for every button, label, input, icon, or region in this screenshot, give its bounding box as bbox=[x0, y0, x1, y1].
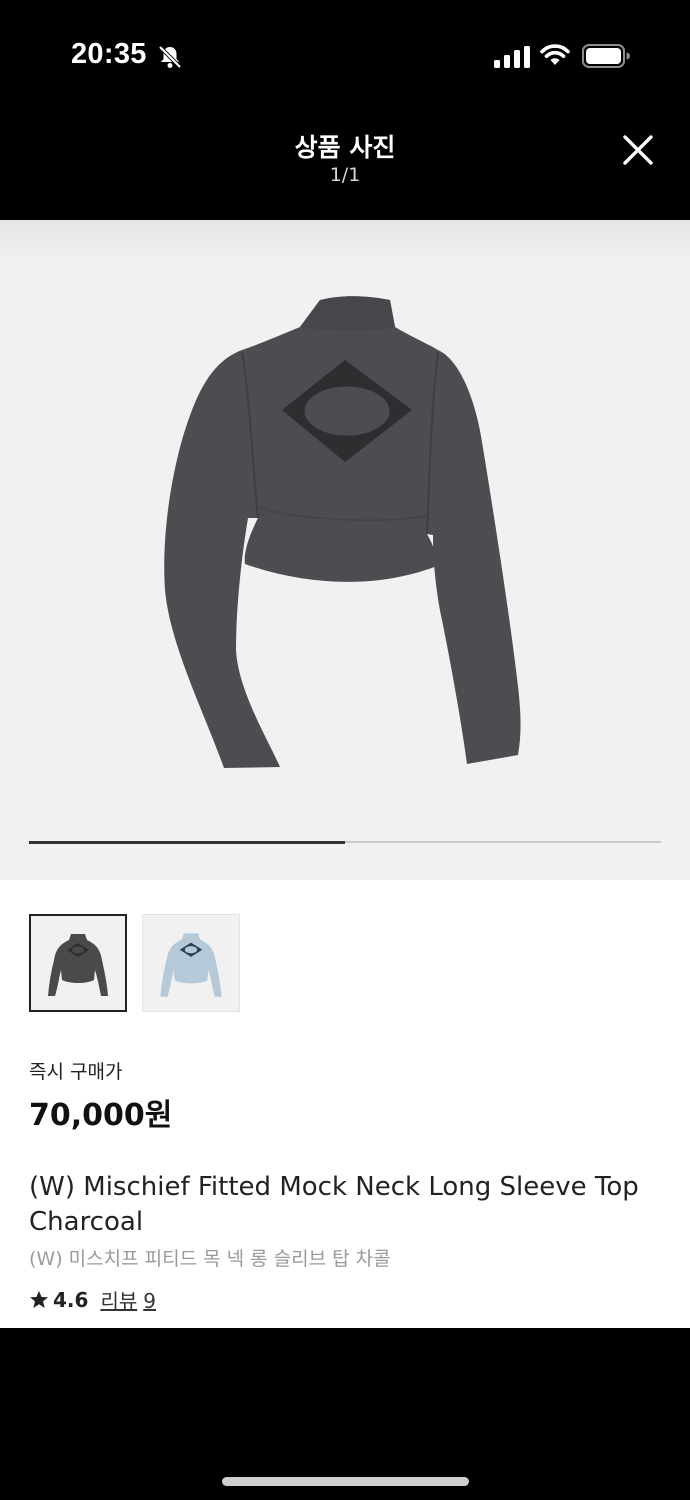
home-indicator[interactable] bbox=[222, 1477, 469, 1486]
gallery-progress-track bbox=[29, 840, 661, 844]
photo-counter: 1/1 bbox=[329, 164, 361, 186]
gallery-progress-fill bbox=[29, 840, 345, 844]
photo-gallery[interactable] bbox=[0, 220, 690, 880]
page-title: 상품 사진 bbox=[294, 133, 396, 162]
viewer-header: 상품 사진 1/1 bbox=[0, 110, 690, 220]
thumbnail-charcoal-image bbox=[48, 934, 108, 996]
thumbnail-charcoal[interactable] bbox=[29, 914, 127, 1012]
status-bar: 20:35 bbox=[0, 0, 690, 110]
product-info: 즉시 구매가 70,000원 (W) Mischief Fitted Mock … bbox=[0, 880, 690, 1328]
bottom-backdrop bbox=[0, 1328, 690, 1500]
cellular-signal-icon bbox=[494, 46, 530, 68]
rating-row: 4.6 리뷰 9 bbox=[29, 1285, 156, 1314]
close-icon bbox=[623, 135, 653, 165]
thumbnail-light-blue[interactable] bbox=[142, 914, 240, 1012]
review-count: 9 bbox=[143, 1289, 156, 1313]
status-time: 20:35 bbox=[71, 38, 147, 70]
close-button[interactable] bbox=[616, 128, 660, 172]
price-label: 즉시 구매가 bbox=[29, 1061, 123, 1083]
product-photo[interactable] bbox=[140, 280, 540, 780]
reviews-link[interactable]: 리뷰 9 bbox=[100, 1285, 156, 1314]
thumbnail-light-blue-image bbox=[160, 933, 222, 997]
product-name: (W) Mischief Fitted Mock Neck Long Sleev… bbox=[29, 1172, 639, 1237]
product-photo-viewer: 20:35 상품 사진 1/1 즉시 구매가 70,000원 (W) Misch… bbox=[0, 0, 690, 1500]
reviews-label: 리뷰 bbox=[100, 1289, 138, 1313]
battery-icon bbox=[582, 44, 630, 68]
price-value: 70,000원 bbox=[29, 1098, 173, 1133]
wifi-icon bbox=[540, 44, 570, 65]
rating-value: 4.6 bbox=[53, 1287, 89, 1312]
star-icon bbox=[30, 1290, 48, 1308]
product-name-korean: (W) 미스치프 피티드 목 넥 롱 슬리브 탑 차콜 bbox=[29, 1248, 391, 1270]
bell-slash-icon bbox=[158, 45, 182, 69]
